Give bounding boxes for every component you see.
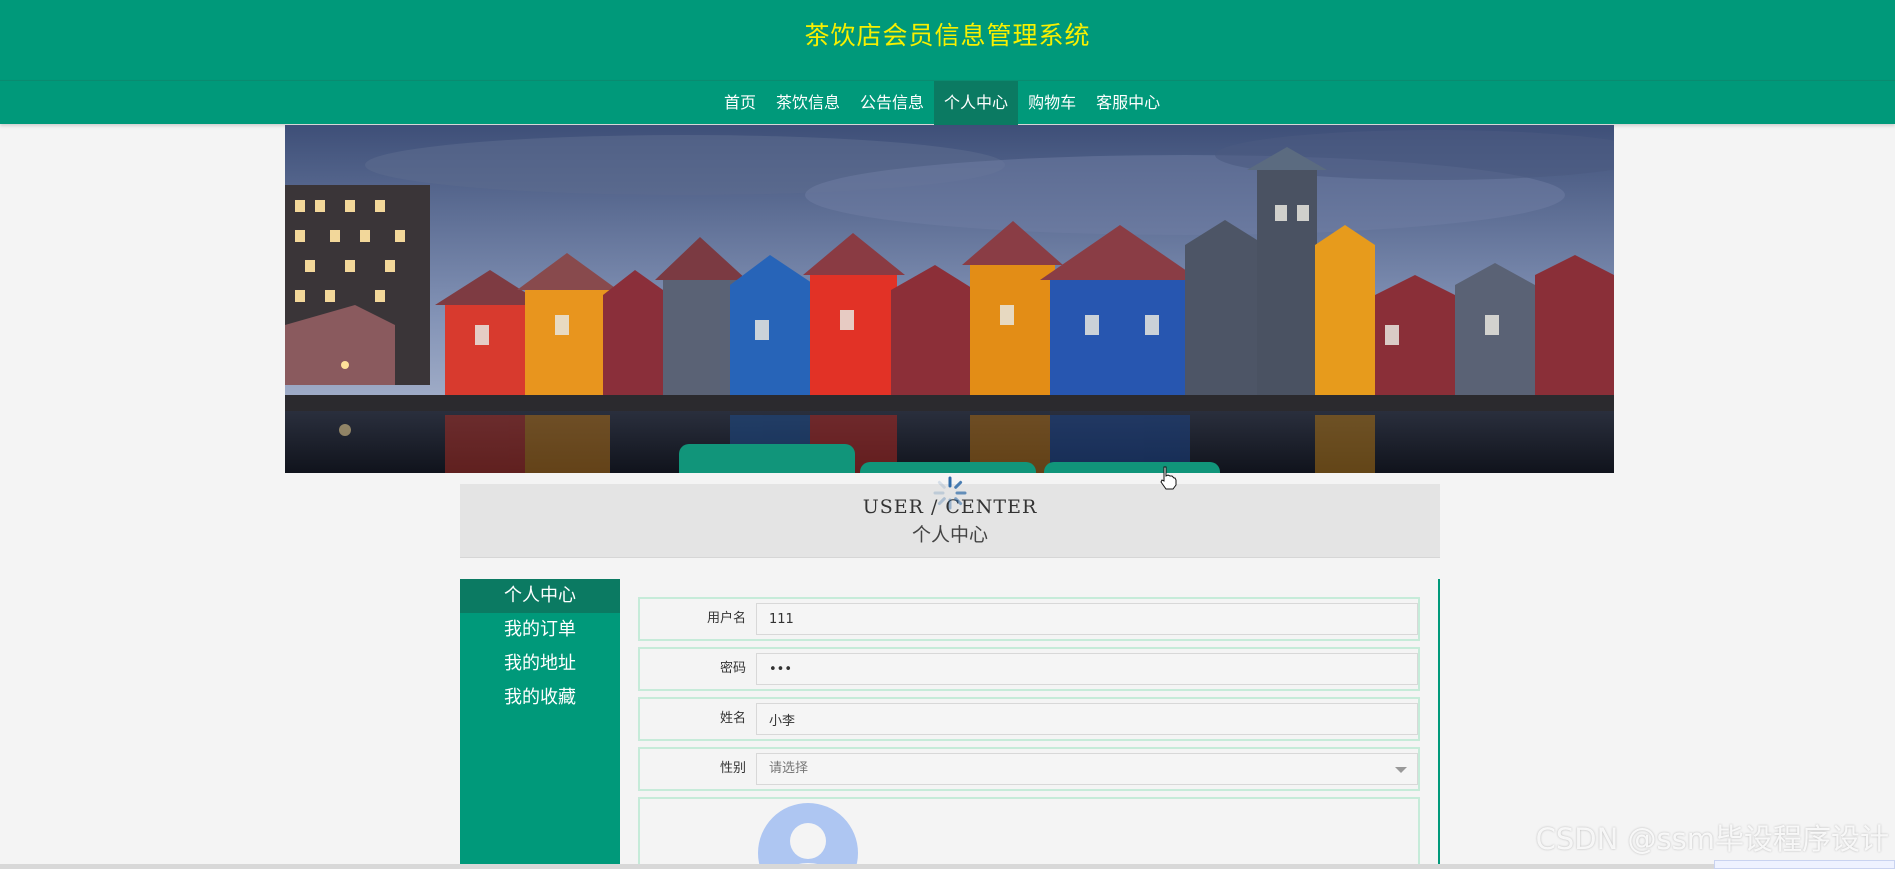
form-row-gender: 性别 请选择 xyxy=(638,747,1420,791)
nav-item-user-center[interactable]: 个人中心 xyxy=(934,81,1019,125)
name-label: 姓名 xyxy=(719,711,746,726)
name-input[interactable] xyxy=(756,703,1418,735)
horizontal-scrollbar[interactable] xyxy=(0,864,1895,869)
username-input[interactable] xyxy=(756,603,1418,635)
nav-item-cart[interactable]: 购物车 xyxy=(1018,81,1086,125)
password-input[interactable] xyxy=(756,653,1418,685)
site-title: 茶饮店会员信息管理系统 xyxy=(804,21,1091,50)
profile-form: 用户名 密码 姓名 性别 请选择 xyxy=(638,579,1440,869)
nav-item-tea-info[interactable]: 茶饮信息 xyxy=(766,81,850,125)
avatar-upload-icon[interactable] xyxy=(756,801,860,869)
corner-widget[interactable] xyxy=(1714,860,1895,869)
banner-slide-tab[interactable] xyxy=(1044,462,1220,473)
banner-slide-tab[interactable] xyxy=(679,444,855,473)
username-label: 用户名 xyxy=(706,611,746,626)
gender-select[interactable]: 请选择 xyxy=(756,753,1418,785)
form-row-username: 用户名 xyxy=(638,597,1420,641)
banner-slide-tab[interactable] xyxy=(860,462,1036,473)
heading-chinese: 个人中心 xyxy=(911,524,988,546)
sidebar-menu: 个人中心 我的订单 我的地址 我的收藏 xyxy=(460,579,620,869)
chevron-down-icon xyxy=(1395,767,1407,773)
top-header: 茶饮店会员信息管理系统 xyxy=(0,0,1895,80)
banner-image xyxy=(285,125,1614,473)
nav-item-home[interactable]: 首页 xyxy=(714,81,766,125)
form-row-password: 密码 xyxy=(638,647,1420,691)
sidebar-item-my-orders[interactable]: 我的订单 xyxy=(460,613,620,647)
loading-spinner-icon xyxy=(933,476,967,510)
form-row-name: 姓名 xyxy=(638,697,1420,741)
sidebar-item-my-favorites[interactable]: 我的收藏 xyxy=(460,681,620,715)
password-label: 密码 xyxy=(719,661,746,676)
hand-cursor-icon xyxy=(1160,466,1177,490)
nav-bar: 首页 茶饮信息 公告信息 个人中心 购物车 客服中心 xyxy=(0,80,1895,125)
banner-illustration xyxy=(285,125,1614,473)
gender-label: 性别 xyxy=(719,761,746,776)
sidebar-item-user-center[interactable]: 个人中心 xyxy=(460,579,620,613)
gender-select-placeholder: 请选择 xyxy=(769,761,809,776)
watermark-text: CSDN @ssm毕设程序设计 xyxy=(1535,822,1889,856)
nav-menu: 首页 茶饮信息 公告信息 个人中心 购物车 客服中心 xyxy=(714,81,1170,125)
nav-item-notice[interactable]: 公告信息 xyxy=(850,81,934,125)
sidebar-item-my-address[interactable]: 我的地址 xyxy=(460,647,620,681)
form-row-avatar xyxy=(638,797,1420,869)
nav-item-service[interactable]: 客服中心 xyxy=(1086,81,1170,125)
